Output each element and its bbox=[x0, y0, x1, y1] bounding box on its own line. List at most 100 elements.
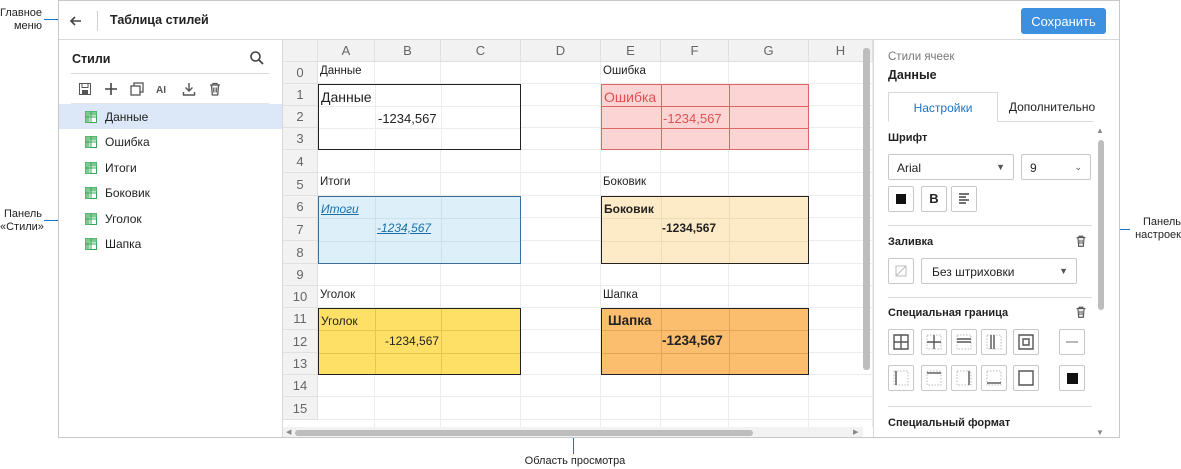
trash-icon[interactable] bbox=[1074, 305, 1088, 319]
row-header: 8 bbox=[283, 241, 318, 264]
save-button[interactable]: Сохранить bbox=[1021, 8, 1106, 34]
row-header: 6 bbox=[283, 196, 318, 218]
block-grid-line bbox=[441, 197, 442, 263]
settings-tabs: Настройки Дополнительно bbox=[888, 92, 1095, 122]
dropdown-arrow-icon: ▼ bbox=[996, 162, 1005, 172]
outer-border-button[interactable] bbox=[1013, 329, 1039, 355]
diagonal-border-icon bbox=[1018, 370, 1034, 386]
font-family-value: Arial bbox=[897, 161, 922, 175]
block-caption: Шапка bbox=[603, 289, 638, 301]
horizontal-inner-icon bbox=[956, 334, 972, 350]
add-icon[interactable] bbox=[103, 81, 119, 97]
block-grid-line bbox=[441, 309, 442, 374]
block-value: -1234,567 bbox=[377, 221, 432, 235]
tab-settings[interactable]: Настройки bbox=[888, 92, 998, 122]
save-style-icon[interactable] bbox=[77, 81, 93, 97]
top-border-button[interactable] bbox=[921, 365, 947, 391]
style-block-corner: Уголок -1234,567 bbox=[318, 308, 521, 375]
style-block-error: Ошибка -1234,567 bbox=[601, 84, 809, 150]
callout-text: Панель bbox=[3, 208, 42, 220]
rename-icon[interactable]: AI bbox=[155, 81, 171, 97]
line-style-button[interactable] bbox=[1059, 329, 1085, 355]
block-value: -1234,567 bbox=[385, 334, 440, 348]
style-block-header: Шапка -1234,567 bbox=[601, 308, 809, 375]
style-item[interactable]: Данные bbox=[59, 104, 282, 129]
block-grid-line bbox=[602, 106, 808, 107]
vertical-scrollbar[interactable] bbox=[863, 48, 870, 370]
left-border-button[interactable] bbox=[888, 365, 914, 391]
styles-panel-title: Стили bbox=[72, 52, 111, 66]
style-item-label: Боковик bbox=[105, 186, 150, 200]
scroll-down-icon[interactable]: ▼ bbox=[1096, 428, 1104, 437]
row-header: 3 bbox=[283, 128, 318, 150]
border-section-label: Специальная граница bbox=[888, 307, 1009, 319]
table-style-icon bbox=[85, 111, 97, 123]
font-size-select[interactable]: 9 ⌄ bbox=[1021, 154, 1091, 180]
format-section-label: Специальный формат bbox=[888, 417, 1011, 429]
block-value: -1234,567 bbox=[378, 111, 437, 126]
bottom-border-button[interactable] bbox=[981, 365, 1007, 391]
font-family-select[interactable]: Arial ▼ bbox=[888, 154, 1014, 180]
bold-button[interactable]: B bbox=[921, 186, 947, 212]
copy-icon[interactable] bbox=[129, 81, 145, 97]
style-item-label: Ошибка bbox=[105, 135, 150, 149]
block-grid-line bbox=[375, 85, 376, 149]
row-header: 12 bbox=[283, 330, 318, 353]
block-value: -1234,567 bbox=[662, 221, 717, 235]
dropdown-arrow-icon: ▼ bbox=[1059, 266, 1068, 276]
svg-text:AI: AI bbox=[156, 85, 166, 96]
row-header: 0 bbox=[283, 62, 318, 84]
style-item[interactable]: Ошибка bbox=[59, 129, 282, 154]
table-style-icon bbox=[85, 187, 97, 199]
block-grid-line bbox=[319, 128, 520, 129]
styles-panel: Стили AI Данные Ошибка Итоги Боковик Уго… bbox=[59, 40, 283, 437]
search-icon[interactable] bbox=[249, 50, 265, 66]
style-item[interactable]: Уголок bbox=[59, 206, 282, 231]
block-grid-line bbox=[602, 241, 808, 242]
block-grid-line bbox=[602, 218, 808, 219]
align-left-button[interactable] bbox=[951, 186, 977, 212]
outer-border-icon bbox=[1018, 334, 1034, 350]
row-header: 14 bbox=[283, 375, 318, 397]
settings-scrollbar[interactable] bbox=[1098, 140, 1104, 310]
column-header: F bbox=[661, 40, 729, 62]
preview-grid: Данные Данные -1234,567 Ошибка Ошибка -1234,5… bbox=[283, 40, 873, 437]
block-grid-line bbox=[441, 85, 442, 149]
vertical-inner-button[interactable] bbox=[981, 329, 1007, 355]
all-borders-button[interactable] bbox=[888, 329, 914, 355]
download-icon[interactable] bbox=[181, 81, 197, 97]
scroll-up-icon[interactable]: ▲ bbox=[1096, 126, 1104, 135]
divider bbox=[888, 406, 1092, 407]
font-section-label: Шрифт bbox=[888, 132, 928, 144]
block-grid-line bbox=[375, 309, 376, 374]
row-header: 7 bbox=[283, 218, 318, 241]
diagonal-border-button[interactable] bbox=[1013, 365, 1039, 391]
main-menu-callout: Главное меню bbox=[0, 7, 42, 33]
divider bbox=[888, 225, 1092, 226]
style-item[interactable]: Шапка bbox=[59, 231, 282, 256]
horizontal-scrollbar[interactable] bbox=[295, 430, 753, 436]
style-item[interactable]: Боковик bbox=[59, 180, 282, 205]
inner-borders-button[interactable] bbox=[921, 329, 947, 355]
block-label: Шапка bbox=[608, 313, 652, 328]
fill-pattern-select[interactable]: Без штриховки ▼ bbox=[921, 258, 1077, 284]
settings-title: Данные bbox=[888, 68, 937, 82]
font-color-button[interactable] bbox=[888, 186, 914, 212]
grid-line bbox=[283, 396, 873, 397]
page-title: Таблица стилей bbox=[110, 13, 209, 27]
style-item[interactable]: Итоги bbox=[59, 155, 282, 180]
fill-section-label: Заливка bbox=[888, 236, 934, 248]
tab-advanced[interactable]: Дополнительно bbox=[1000, 92, 1104, 122]
trash-icon[interactable] bbox=[207, 81, 223, 97]
styles-panel-callout: Панель «Стили» bbox=[0, 208, 44, 234]
scroll-right-icon[interactable]: ▶ bbox=[853, 428, 858, 436]
callout-text: меню bbox=[13, 20, 42, 32]
fill-color-button[interactable] bbox=[888, 258, 914, 284]
right-border-button[interactable] bbox=[951, 365, 977, 391]
back-arrow-icon[interactable] bbox=[67, 12, 85, 30]
horizontal-inner-button[interactable] bbox=[951, 329, 977, 355]
scroll-left-icon[interactable]: ◀ bbox=[286, 428, 291, 436]
table-style-icon bbox=[85, 162, 97, 174]
border-color-button[interactable] bbox=[1059, 365, 1085, 391]
trash-icon[interactable] bbox=[1074, 234, 1088, 248]
